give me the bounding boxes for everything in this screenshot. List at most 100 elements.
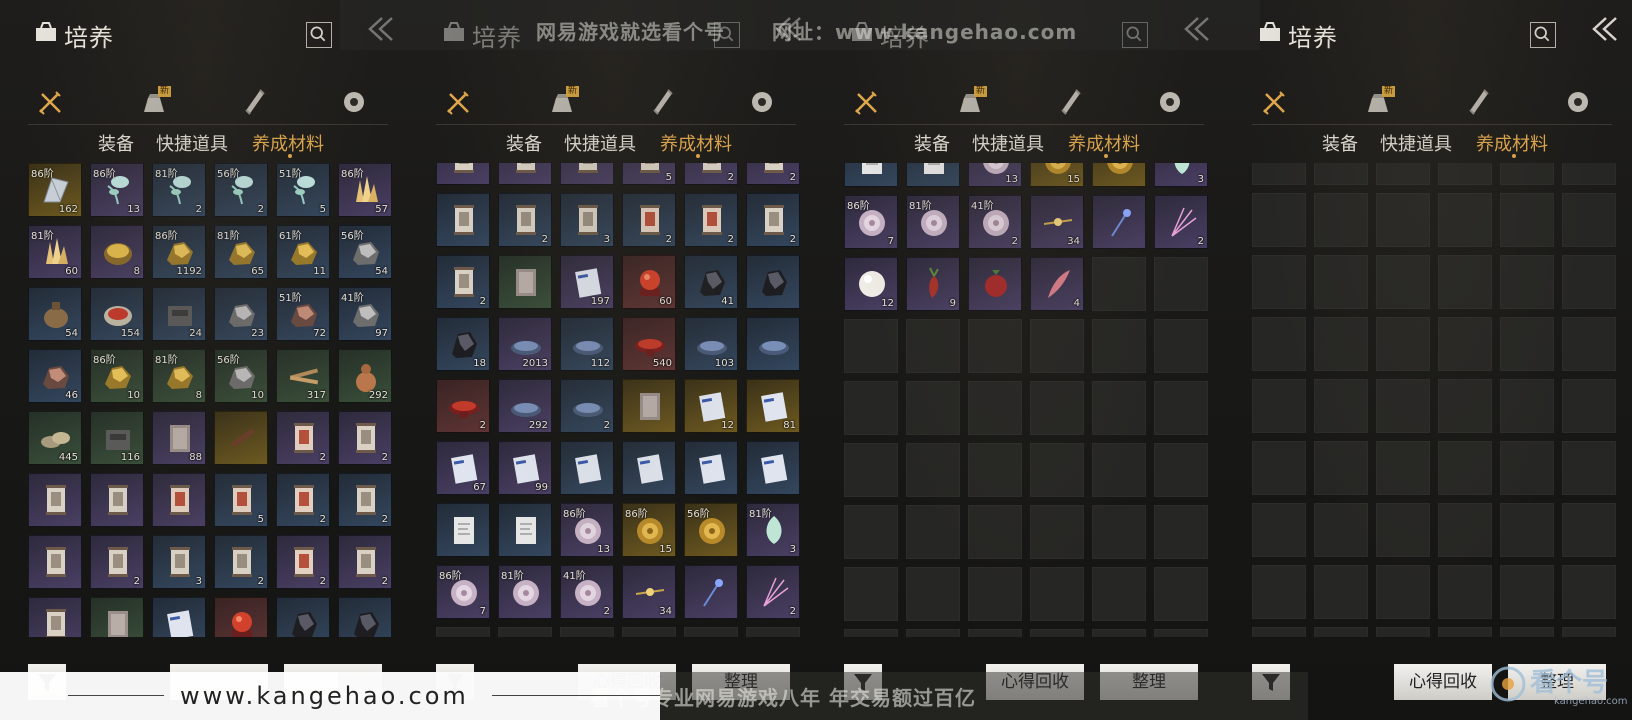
item-slot[interactable]: 2 [746, 163, 800, 185]
item-slot[interactable] [746, 317, 800, 371]
empty-slot[interactable] [1092, 381, 1146, 435]
item-slot[interactable]: 86阶 7 [844, 195, 898, 249]
item-slot[interactable]: 2 [746, 193, 800, 247]
empty-slot[interactable] [1252, 193, 1306, 247]
item-slot[interactable] [152, 597, 206, 637]
category-scroll[interactable] [1464, 88, 1492, 116]
item-slot[interactable]: 41阶 2 [968, 195, 1022, 249]
empty-slot[interactable] [1314, 627, 1368, 637]
empty-slot[interactable] [1314, 379, 1368, 433]
empty-slot[interactable] [1314, 503, 1368, 557]
item-slot[interactable] [560, 441, 614, 495]
item-slot[interactable]: 86阶 1192 [152, 225, 206, 279]
item-slot[interactable]: 86阶 15 [622, 503, 676, 557]
item-slot[interactable]: 2 [338, 535, 392, 589]
item-slot[interactable]: 99 [498, 441, 552, 495]
empty-slot[interactable] [1252, 317, 1306, 371]
item-slot[interactable]: 61阶 11 [276, 225, 330, 279]
item-slot[interactable] [498, 163, 552, 185]
item-slot[interactable] [152, 473, 206, 527]
empty-slot[interactable] [684, 627, 738, 637]
item-slot[interactable]: 2 [684, 163, 738, 185]
item-slot[interactable]: 2 [746, 565, 800, 619]
item-slot[interactable] [622, 441, 676, 495]
empty-slot[interactable] [1030, 629, 1084, 637]
item-slot[interactable] [1092, 163, 1146, 187]
item-slot[interactable] [684, 565, 738, 619]
category-scroll[interactable] [240, 88, 268, 116]
empty-slot[interactable] [1562, 317, 1616, 371]
empty-slot[interactable] [844, 381, 898, 435]
empty-slot[interactable] [1314, 193, 1368, 247]
empty-slot[interactable] [1314, 255, 1368, 309]
empty-slot[interactable] [1092, 319, 1146, 373]
empty-slot[interactable] [1092, 567, 1146, 621]
item-slot[interactable]: 2 [276, 473, 330, 527]
empty-slot[interactable] [1252, 379, 1306, 433]
item-slot[interactable]: 51阶 72 [276, 287, 330, 341]
tab-0[interactable]: 装备 [1322, 130, 1358, 156]
empty-slot[interactable] [1438, 441, 1492, 495]
item-slot[interactable] [1092, 195, 1146, 249]
item-slot[interactable] [28, 535, 82, 589]
category-scroll[interactable] [1056, 88, 1084, 116]
empty-slot[interactable] [1154, 505, 1208, 559]
category-crossed-swords[interactable] [36, 88, 64, 116]
item-slot[interactable]: 2 [1154, 195, 1208, 249]
empty-slot[interactable] [498, 627, 552, 637]
category-crossed-swords[interactable] [444, 88, 472, 116]
item-slot[interactable]: 81阶 2 [152, 163, 206, 217]
item-slot[interactable]: 2 [436, 379, 490, 433]
item-slot[interactable] [684, 441, 738, 495]
item-slot[interactable]: 81阶 [906, 195, 960, 249]
empty-slot[interactable] [1438, 379, 1492, 433]
empty-slot[interactable] [1562, 379, 1616, 433]
item-slot[interactable]: 41阶 97 [338, 287, 392, 341]
item-slot[interactable]: 15 [1030, 163, 1084, 187]
empty-slot[interactable] [906, 319, 960, 373]
empty-slot[interactable] [968, 629, 1022, 637]
empty-slot[interactable] [1438, 255, 1492, 309]
empty-slot[interactable] [1500, 503, 1554, 557]
empty-slot[interactable] [906, 629, 960, 637]
empty-slot[interactable] [1252, 503, 1306, 557]
item-slot[interactable] [90, 473, 144, 527]
item-slot[interactable] [436, 163, 490, 185]
empty-slot[interactable] [1500, 441, 1554, 495]
empty-slot[interactable] [1376, 193, 1430, 247]
item-slot[interactable]: 13 [968, 163, 1022, 187]
item-slot[interactable] [560, 163, 614, 185]
empty-slot[interactable] [1376, 255, 1430, 309]
item-slot[interactable] [498, 503, 552, 557]
back-arrow-icon[interactable] [1586, 14, 1626, 44]
item-slot[interactable]: 2 [338, 411, 392, 465]
empty-slot[interactable] [746, 627, 800, 637]
tab-0[interactable]: 装备 [914, 130, 950, 156]
item-slot[interactable]: 3 [152, 535, 206, 589]
category-crossed-swords[interactable] [1260, 88, 1288, 116]
tab-2[interactable]: 养成材料 [660, 130, 732, 156]
empty-slot[interactable] [1376, 565, 1430, 619]
item-slot[interactable]: 197 [560, 255, 614, 309]
item-slot[interactable] [90, 597, 144, 637]
item-slot[interactable] [968, 257, 1022, 311]
empty-slot[interactable] [968, 505, 1022, 559]
category-pouch[interactable]: 新 [140, 86, 172, 116]
item-slot[interactable]: 88 [152, 411, 206, 465]
empty-slot[interactable] [1092, 629, 1146, 637]
empty-slot[interactable] [1376, 441, 1430, 495]
item-slot[interactable]: 3 [560, 193, 614, 247]
tab-2[interactable]: 养成材料 [1476, 130, 1548, 156]
item-slot[interactable]: 12 [684, 379, 738, 433]
item-slot[interactable]: 60 [622, 255, 676, 309]
empty-slot[interactable] [1562, 565, 1616, 619]
empty-slot[interactable] [1438, 565, 1492, 619]
empty-slot[interactable] [1500, 379, 1554, 433]
category-token[interactable] [1564, 88, 1592, 116]
item-slot[interactable]: 81阶 60 [28, 225, 82, 279]
item-slot[interactable]: 34 [1030, 195, 1084, 249]
empty-slot[interactable] [1030, 443, 1084, 497]
item-slot[interactable]: 2 [214, 535, 268, 589]
item-slot[interactable]: 86阶 57 [338, 163, 392, 217]
item-slot[interactable]: 86阶 7 [436, 565, 490, 619]
